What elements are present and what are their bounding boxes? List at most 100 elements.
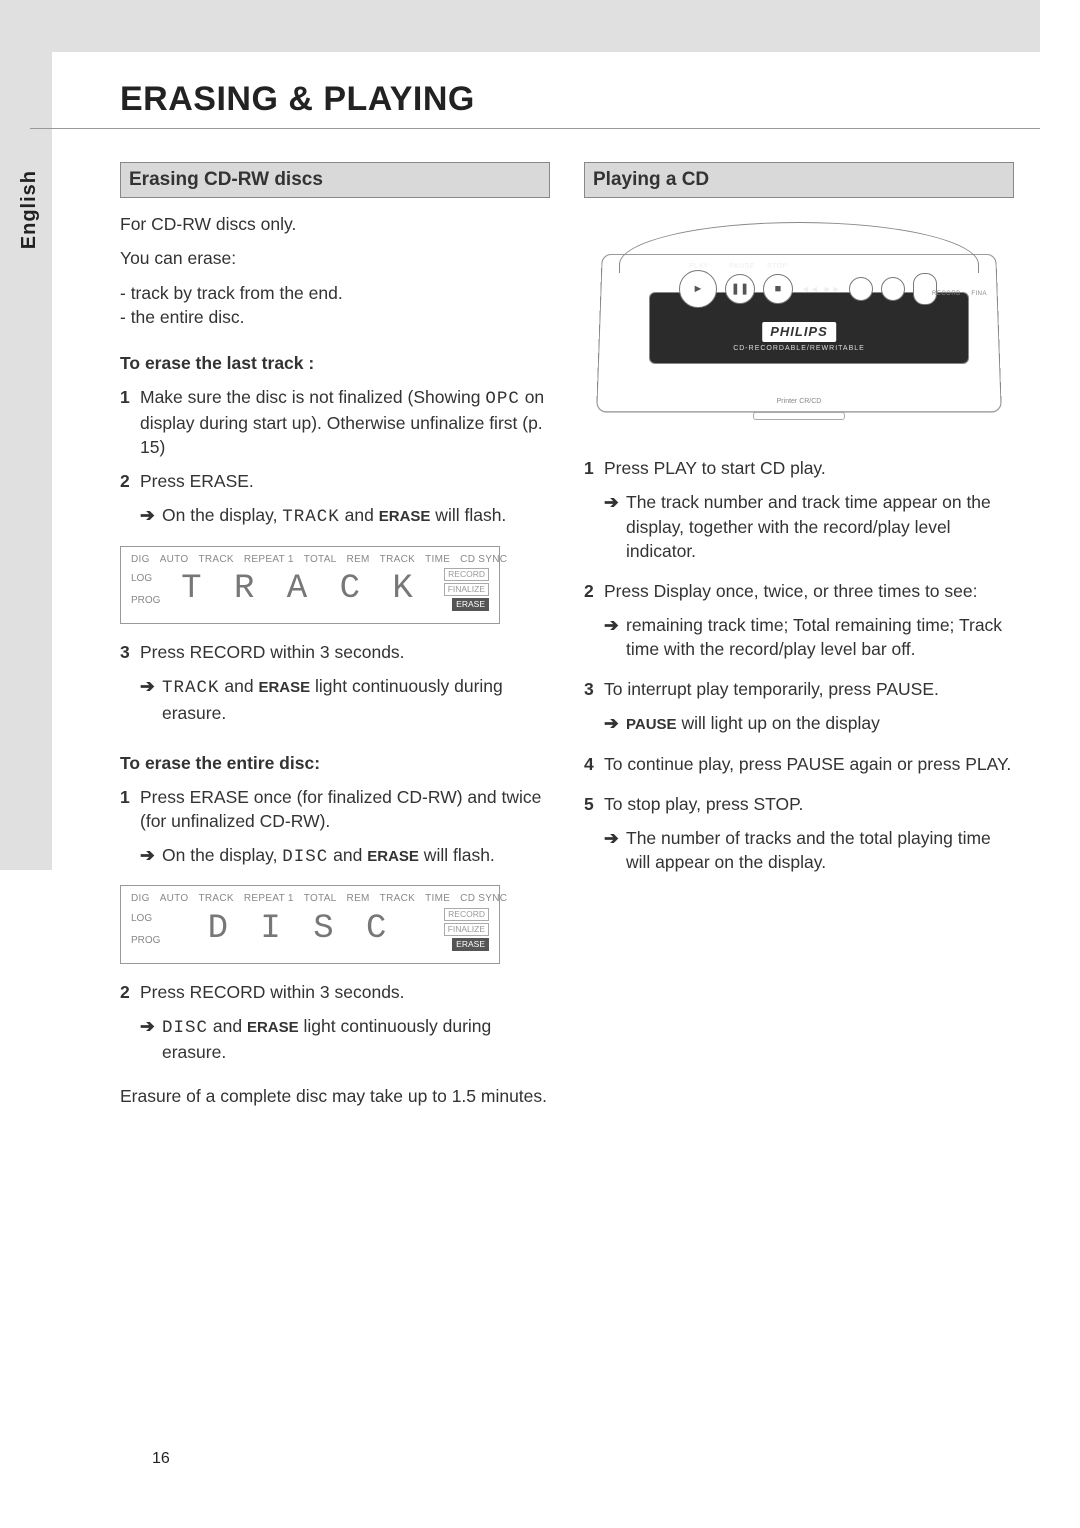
next-icon: ►► bbox=[823, 283, 841, 295]
play-step-3-arrow: ➔ PAUSE will light up on the display bbox=[584, 711, 1014, 736]
bullet-entire-disc: - the entire disc. bbox=[120, 305, 550, 329]
step-body: Press Display once, twice, or three time… bbox=[604, 579, 1014, 603]
step-body: To stop play, press STOP. bbox=[604, 792, 1014, 816]
last-track-step-2-arrow: ➔ On the display, TRACK and ERASE will f… bbox=[120, 503, 550, 529]
brand-logo: PHILIPS bbox=[762, 322, 836, 342]
play-step-1: 1 Press PLAY to start CD play. bbox=[584, 456, 1014, 480]
step-number: 2 bbox=[120, 469, 140, 493]
play-step-5: 5 To stop play, press STOP. bbox=[584, 792, 1014, 816]
lcd-left-labels: LOG PROG bbox=[131, 572, 165, 608]
last-track-step-3-arrow: ➔ TRACK and ERASE light continuously dur… bbox=[120, 674, 550, 724]
arrow-icon: ➔ bbox=[140, 1014, 162, 1038]
control-row: ► ❚❚ ■ ◄◄ ►► bbox=[679, 270, 959, 308]
arrow-body: TRACK and ERASE light continuously durin… bbox=[162, 674, 550, 724]
left-column: Erasing CD-RW discs For CD-RW discs only… bbox=[120, 162, 550, 1119]
entire-disc-step-2-arrow: ➔ DISC and ERASE light continuously duri… bbox=[120, 1014, 550, 1064]
last-track-step-3: 3 Press RECORD within 3 seconds. bbox=[120, 640, 550, 664]
play-button-icon: ► bbox=[679, 270, 717, 308]
step-body: Press ERASE. bbox=[140, 469, 550, 493]
lcd-right-labels: RECORD FINALIZE ERASE bbox=[435, 908, 489, 951]
lcd-mid: LOG PROG T R A C K RECORD FINALIZE ERASE bbox=[131, 566, 489, 613]
heading-erase-last-track: To erase the last track : bbox=[120, 351, 550, 375]
step-number: 4 bbox=[584, 752, 604, 776]
play-step-3: 3 To interrupt play temporarily, press P… bbox=[584, 677, 1014, 701]
stop-button-icon: ■ bbox=[763, 274, 793, 304]
entire-disc-step-2: 2 Press RECORD within 3 seconds. bbox=[120, 980, 550, 1004]
device-foot bbox=[753, 412, 845, 420]
last-track-step-1: 1 Make sure the disc is not finalized (S… bbox=[120, 385, 550, 459]
arrow-body: On the display, DISC and ERASE will flas… bbox=[162, 843, 550, 869]
play-step-1-arrow: ➔ The track number and track time appear… bbox=[584, 490, 1014, 562]
step-number: 3 bbox=[120, 640, 140, 664]
step-number: 2 bbox=[120, 980, 140, 1004]
step-body: Make sure the disc is not finalized (Sho… bbox=[140, 385, 550, 459]
label-record: RECORD bbox=[932, 290, 961, 298]
lcd-main-text: T R A C K bbox=[165, 566, 435, 613]
section-playing: Playing a CD bbox=[584, 162, 1014, 198]
entire-disc-step-1-arrow: ➔ On the display, DISC and ERASE will fl… bbox=[120, 843, 550, 869]
label-finalize: FINA bbox=[971, 290, 987, 298]
manual-page: ERASING & PLAYING English Erasing CD-RW … bbox=[0, 0, 1080, 1528]
arrow-body: PAUSE will light up on the display bbox=[626, 711, 1014, 736]
bullet-track-by-track: - track by track from the end. bbox=[120, 281, 550, 305]
step-body: Press RECORD within 3 seconds. bbox=[140, 980, 550, 1004]
knob-1 bbox=[849, 277, 873, 301]
language-tab: English bbox=[18, 170, 41, 249]
arrow-icon: ➔ bbox=[604, 613, 626, 637]
device-subtext: CD-RECORDABLE/REWRITABLE bbox=[733, 344, 865, 354]
device-base-label: Printer CR/CD bbox=[777, 397, 822, 407]
lcd-mid: LOG PROG D I S C RECORD FINALIZE ERASE bbox=[131, 906, 489, 953]
page-number: 16 bbox=[152, 1450, 170, 1468]
page-title: ERASING & PLAYING bbox=[120, 80, 475, 119]
step-body: Press PLAY to start CD play. bbox=[604, 456, 1014, 480]
heading-erase-entire-disc: To erase the entire disc: bbox=[120, 751, 550, 775]
arrow-icon: ➔ bbox=[604, 490, 626, 514]
open-lever bbox=[913, 273, 937, 305]
arrow-body: The track number and track time appear o… bbox=[626, 490, 1014, 562]
play-step-5-arrow: ➔ The number of tracks and the total pla… bbox=[584, 826, 1014, 874]
device-illustration: PLAY PAUSE STOP ► ❚❚ ■ ◄◄ ►► RECORD FINA bbox=[589, 212, 1009, 432]
step-body: To continue play, press PAUSE again or p… bbox=[604, 752, 1014, 776]
content-columns: Erasing CD-RW discs For CD-RW discs only… bbox=[120, 162, 1020, 1119]
you-can-erase: You can erase: bbox=[120, 246, 550, 270]
top-gray-band bbox=[52, 0, 1040, 52]
section-erasing: Erasing CD-RW discs bbox=[120, 162, 550, 198]
arrow-icon: ➔ bbox=[140, 843, 162, 867]
arrow-icon: ➔ bbox=[604, 826, 626, 850]
arrow-body: remaining track time; Total remaining ti… bbox=[626, 613, 1014, 661]
step-number: 3 bbox=[584, 677, 604, 701]
step-number: 2 bbox=[584, 579, 604, 603]
arrow-icon: ➔ bbox=[140, 503, 162, 527]
intro-text: For CD-RW discs only. bbox=[120, 212, 550, 236]
left-gray-band bbox=[0, 0, 52, 870]
title-rule bbox=[30, 128, 1040, 129]
play-step-2: 2 Press Display once, twice, or three ti… bbox=[584, 579, 1014, 603]
erasure-note: Erasure of a complete disc may take up t… bbox=[120, 1084, 550, 1108]
step-body: To interrupt play temporarily, press PAU… bbox=[604, 677, 1014, 701]
arrow-icon: ➔ bbox=[140, 674, 162, 698]
arrow-body: On the display, TRACK and ERASE will fla… bbox=[162, 503, 550, 529]
lcd-right-labels: RECORD FINALIZE ERASE bbox=[435, 568, 489, 611]
arrow-body: DISC and ERASE light continuously during… bbox=[162, 1014, 550, 1064]
lcd-left-labels: LOG PROG bbox=[131, 912, 165, 948]
lcd-top-row: DIG AUTO TRACK REPEAT 1 TOTAL REM TRACK … bbox=[131, 892, 489, 906]
play-step-4: 4 To continue play, press PAUSE again or… bbox=[584, 752, 1014, 776]
step-body: Press ERASE once (for finalized CD-RW) a… bbox=[140, 785, 550, 833]
step-number: 5 bbox=[584, 792, 604, 816]
lcd-display-disc: DIG AUTO TRACK REPEAT 1 TOTAL REM TRACK … bbox=[120, 885, 500, 964]
lcd-display-track: DIG AUTO TRACK REPEAT 1 TOTAL REM TRACK … bbox=[120, 546, 500, 625]
step-number: 1 bbox=[584, 456, 604, 480]
entire-disc-step-1: 1 Press ERASE once (for finalized CD-RW)… bbox=[120, 785, 550, 833]
step-body: Press RECORD within 3 seconds. bbox=[140, 640, 550, 664]
arrow-icon: ➔ bbox=[604, 711, 626, 735]
pause-button-icon: ❚❚ bbox=[725, 274, 755, 304]
arrow-body: The number of tracks and the total playi… bbox=[626, 826, 1014, 874]
last-track-step-2: 2 Press ERASE. bbox=[120, 469, 550, 493]
right-column: Playing a CD PLAY PAUSE STOP ► ❚❚ ■ ◄◄ ►… bbox=[584, 162, 1014, 1119]
lcd-main-text: D I S C bbox=[165, 906, 435, 953]
prev-icon: ◄◄ bbox=[801, 283, 819, 295]
step-number: 1 bbox=[120, 385, 140, 459]
play-step-2-arrow: ➔ remaining track time; Total remaining … bbox=[584, 613, 1014, 661]
knob-2 bbox=[881, 277, 905, 301]
step-number: 1 bbox=[120, 785, 140, 833]
